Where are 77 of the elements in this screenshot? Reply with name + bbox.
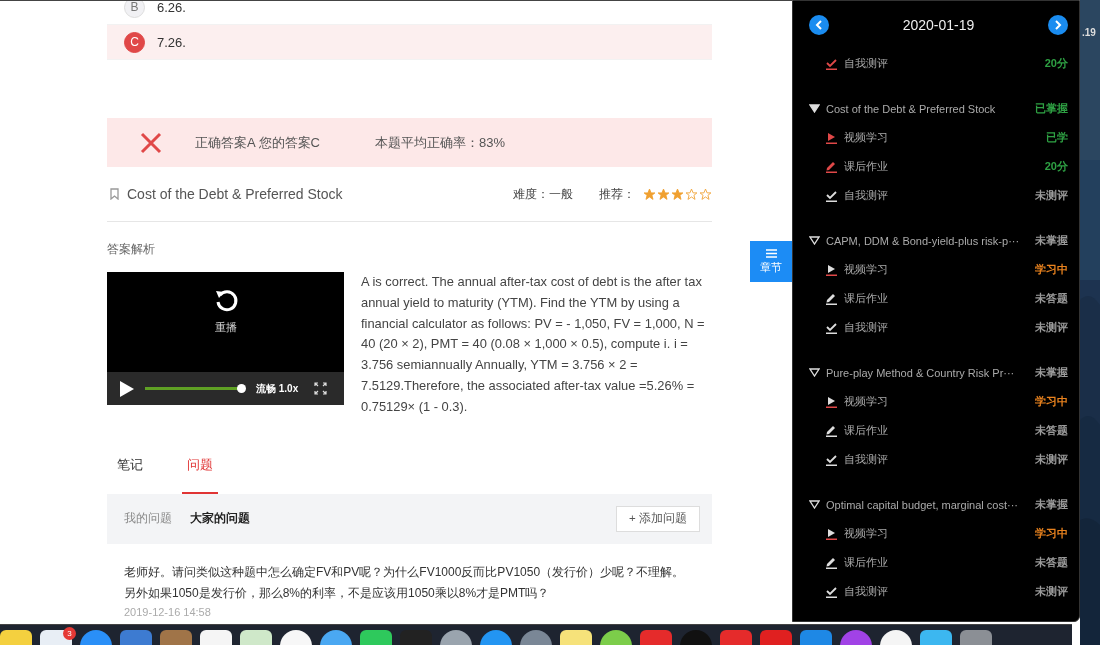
- section-status: 未掌握: [1035, 497, 1068, 512]
- difficulty-label: 难度：一般: [513, 185, 573, 203]
- progress-thumb[interactable]: [237, 384, 246, 393]
- lesson-item[interactable]: 课后作业: [844, 423, 1035, 438]
- replay-label[interactable]: 重播: [214, 320, 237, 335]
- lesson-status: 已学: [1046, 130, 1068, 145]
- answer-text: 正确答案A 您的答案C: [195, 133, 320, 152]
- speed-control[interactable]: 流畅 1.0x: [256, 381, 299, 396]
- lesson-status: 20分: [1044, 159, 1068, 174]
- desktop-label: .19: [1082, 27, 1096, 38]
- collapse-triangle-icon[interactable]: [809, 104, 820, 113]
- lesson-status: 未测评: [1035, 320, 1068, 335]
- video-player[interactable]: 重播 流畅 1.0x: [107, 272, 344, 405]
- lesson-status: 未答题: [1035, 291, 1068, 306]
- play-icon[interactable]: [119, 379, 135, 398]
- empty-star-icon: [685, 187, 698, 201]
- star-icon: [657, 187, 670, 201]
- lesson-item[interactable]: 视频学习: [844, 262, 1035, 277]
- explanation-text: A is correct. The annual after-tax cost of debt is the after tax annual yield to maturity (YTM). Find the YTM by using a financial calculator as follows: PV = - 1,050, FV = 1,000, N = 40 (20 × 2), PMT = 40 (0.08 × 1,000 × 0.5), compute i. i = 3.756 semiannually Annually, YTM = 3.756 × 2 = 7.5129.Therefore, the associated after-tax value =5.26% = 0.75129× (1 - 0.3).: [361, 273, 706, 416]
- topic-title: Cost of the Debt & Preferred Stock: [127, 186, 344, 202]
- section-title[interactable]: Pure-play Method & Country Risk Pr···: [826, 366, 1035, 379]
- chevron-right-icon: [1054, 20, 1062, 30]
- section-status: 未掌握: [1035, 233, 1068, 248]
- next-button[interactable]: [1048, 15, 1068, 35]
- option-text: 7.26.: [157, 34, 186, 50]
- collapse-triangle-icon[interactable]: [809, 368, 820, 377]
- lesson-status: 未答题: [1035, 555, 1068, 570]
- question-time: 2019-12-16 14:58: [124, 605, 212, 618]
- menu-icon: [765, 248, 777, 258]
- star-icon: [671, 187, 684, 201]
- collapse-triangle-icon[interactable]: [809, 500, 820, 509]
- tab[interactable]: 笔记: [112, 447, 148, 494]
- lesson-status: 学习中: [1035, 394, 1068, 409]
- date-title: 2020-01-19: [902, 17, 975, 33]
- lesson-status: 学习中: [1035, 526, 1068, 541]
- bookmark-icon: [110, 188, 119, 200]
- add-question-button[interactable]: + 添加问题: [616, 505, 700, 532]
- lesson-item[interactable]: 自我测评: [844, 56, 1045, 71]
- section-status: 已掌握: [1035, 101, 1068, 116]
- lesson-status: 20分: [1044, 56, 1068, 71]
- empty-star-icon: [699, 187, 712, 201]
- chevron-left-icon: [815, 20, 823, 30]
- section-heading: 答案解析: [107, 241, 156, 258]
- section-status: 未掌握: [1035, 365, 1068, 380]
- lesson-item[interactable]: 自我测评: [844, 188, 1035, 203]
- accuracy-text: 本题平均正确率：83%: [374, 133, 505, 152]
- lesson-item[interactable]: 课后作业: [844, 159, 1045, 174]
- notification-badge: 3: [63, 627, 76, 640]
- answer-option[interactable]: C 7.26.: [107, 25, 712, 60]
- lesson-item[interactable]: 视频学习: [844, 394, 1035, 409]
- cross-icon: [140, 131, 162, 154]
- lesson-item[interactable]: 自我测评: [844, 320, 1035, 335]
- lesson-item[interactable]: 视频学习: [844, 130, 1046, 145]
- section-title[interactable]: Optimal capital budget, marginal cost···: [826, 498, 1035, 511]
- lesson-item[interactable]: 课后作业: [844, 291, 1035, 306]
- lesson-status: 未测评: [1035, 188, 1068, 203]
- previous-button[interactable]: [809, 15, 829, 35]
- lesson-status: 学习中: [1035, 262, 1068, 277]
- lesson-status: 未测评: [1035, 584, 1068, 599]
- question-text: 老师好。请问类似这种题中怎么确定FV和PV呢？为什么FV1000反而比PV1050（发行价）少呢？不理解。另外如果1050是发行价，那么8%的利率，不是应该用1050乘以8%才是PMT吗？: [124, 563, 686, 602]
- lesson-status: 未答题: [1035, 423, 1068, 438]
- star-icon: [643, 187, 656, 201]
- lesson-item[interactable]: 视频学习: [844, 526, 1035, 541]
- section-title[interactable]: CAPM, DDM & Bond-yield-plus risk-p···: [826, 234, 1035, 247]
- fullscreen-icon[interactable]: [314, 382, 328, 395]
- section-title[interactable]: Cost of the Debt & Preferred Stock: [826, 102, 1035, 115]
- option-text: 6.26.: [157, 1, 186, 15]
- lesson-item[interactable]: 自我测评: [844, 452, 1035, 467]
- lesson-item[interactable]: 自我测评: [844, 584, 1035, 599]
- recommend-label: 推荐：: [599, 185, 635, 203]
- lesson-item[interactable]: 课后作业: [844, 555, 1035, 570]
- option-letter: C: [124, 31, 145, 53]
- filter-tab[interactable]: 大家的问题: [190, 511, 250, 527]
- answer-option[interactable]: B 6.26.: [107, 1, 712, 25]
- lesson-status: 未测评: [1035, 452, 1068, 467]
- option-letter: B: [124, 1, 145, 18]
- collapse-triangle-icon[interactable]: [809, 236, 820, 245]
